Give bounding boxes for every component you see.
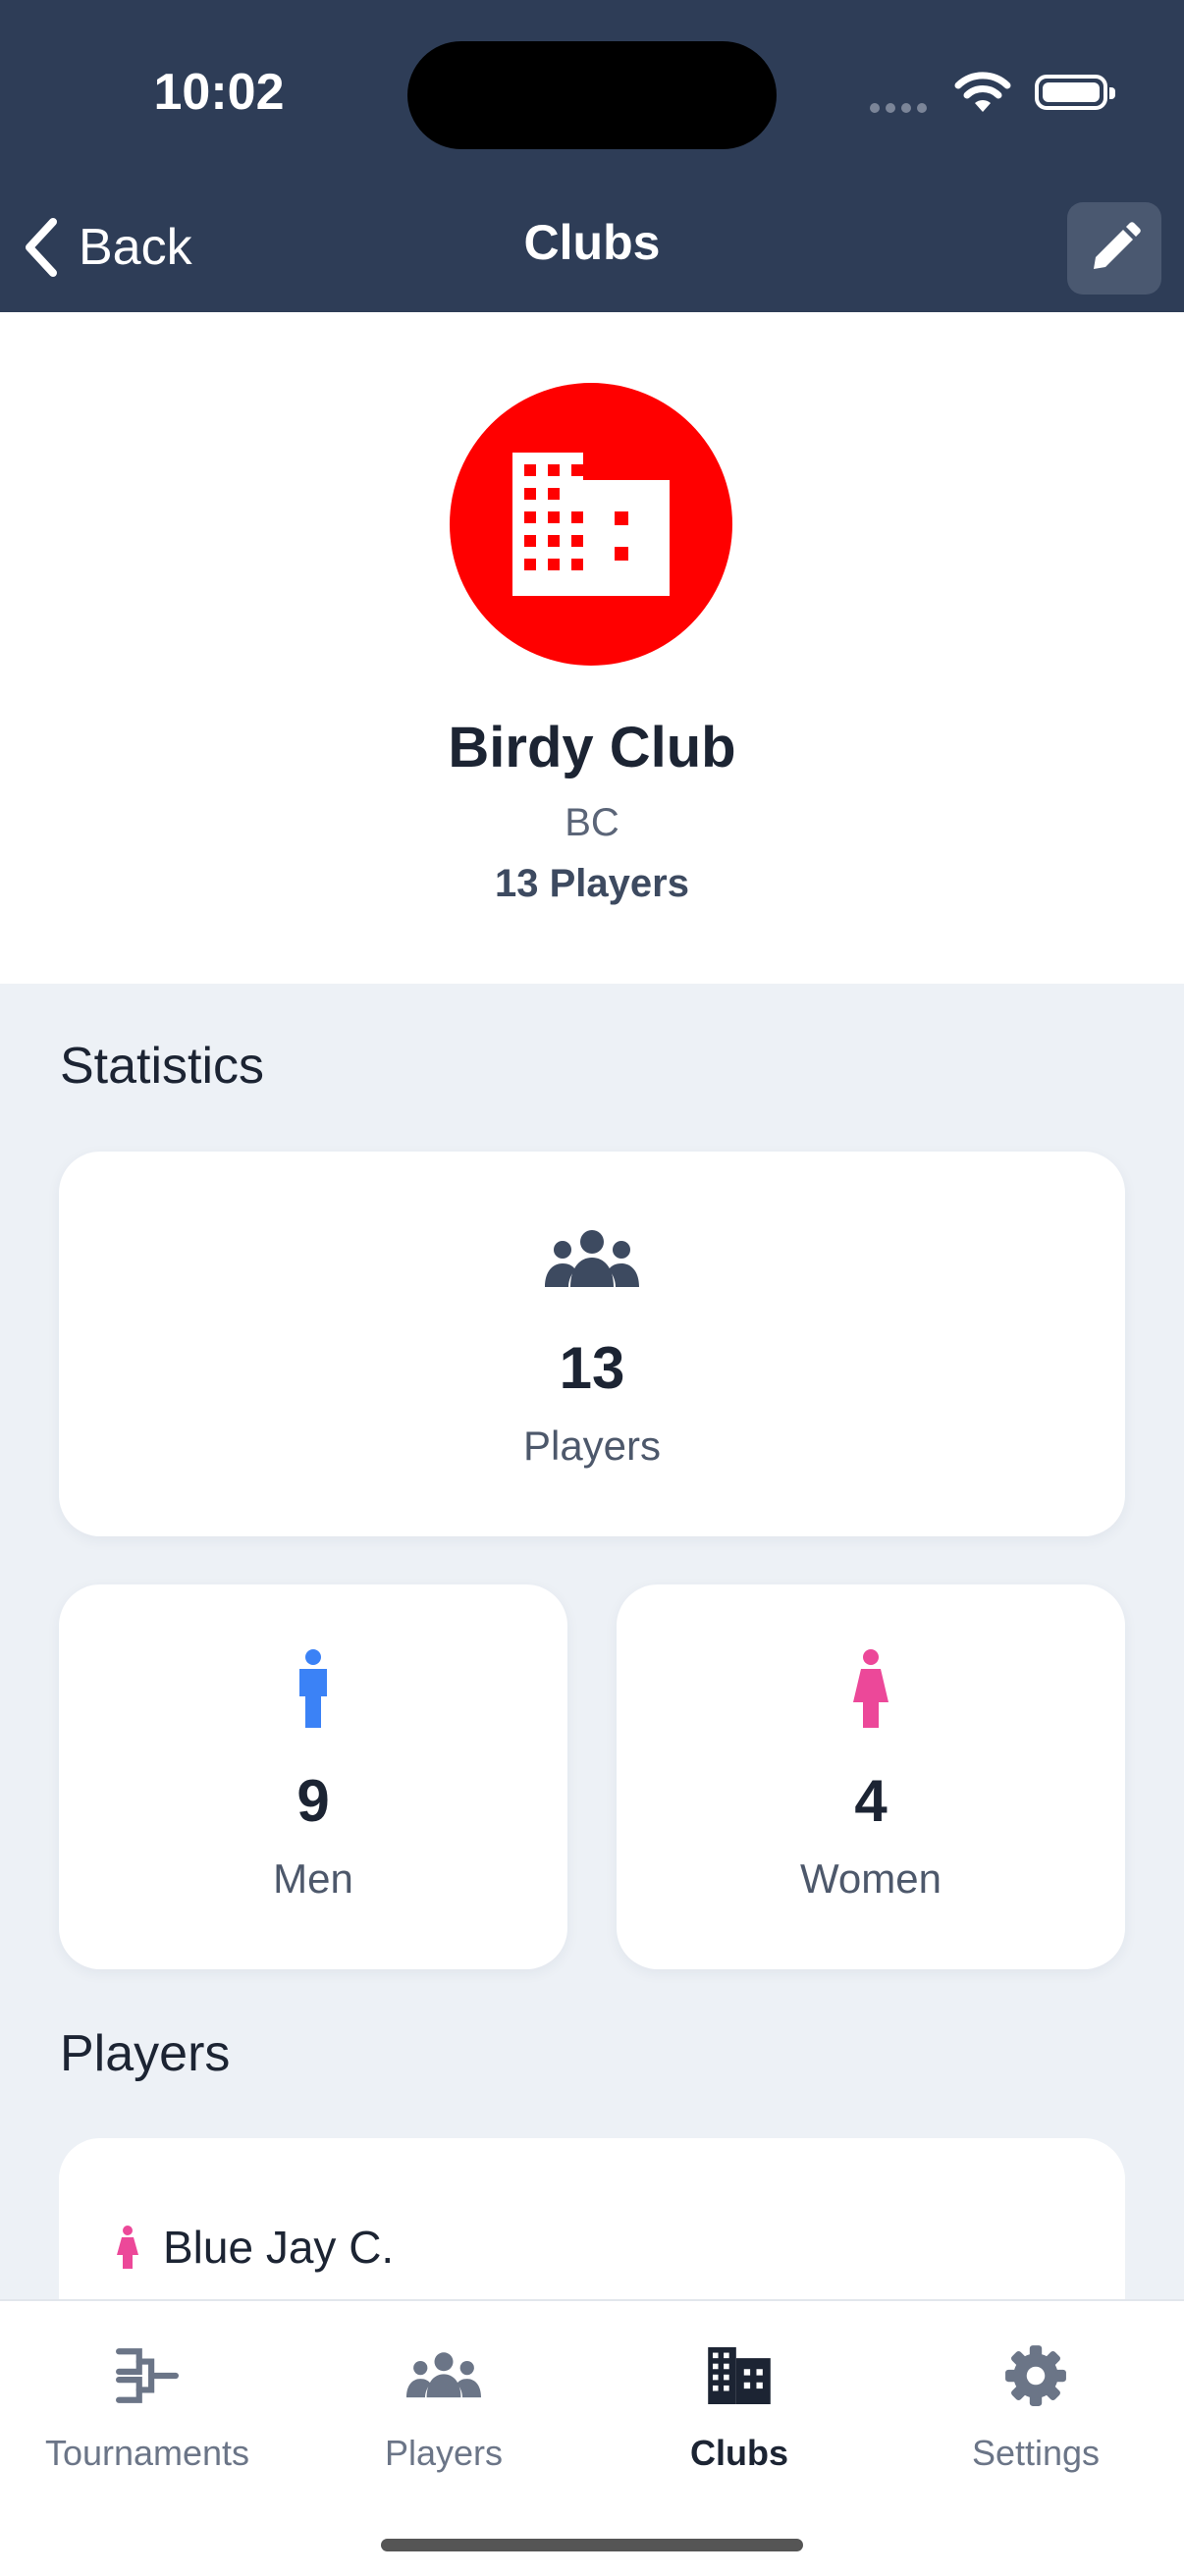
cellular-signal-icon xyxy=(870,100,933,113)
edit-button[interactable] xyxy=(1067,202,1161,295)
gear-icon xyxy=(1005,2345,1066,2406)
men-count-label: Men xyxy=(273,1855,353,1902)
women-count-value: 4 xyxy=(854,1768,888,1834)
club-player-count: 13 Players xyxy=(495,862,689,905)
tab-label: Clubs xyxy=(689,2433,788,2473)
tab-settings[interactable]: Settings xyxy=(888,2340,1183,2488)
players-count-label: Players xyxy=(522,1422,662,1469)
club-abbreviation: BC xyxy=(565,801,619,844)
home-indicator xyxy=(381,2539,803,2551)
wifi-icon xyxy=(954,72,1011,112)
player-name: Blue Jay C. xyxy=(163,2222,395,2273)
tab-label: Players xyxy=(384,2433,504,2473)
pencil-icon xyxy=(1094,222,1141,269)
female-icon xyxy=(853,1649,888,1728)
users-icon xyxy=(545,1230,639,1287)
building-icon xyxy=(512,453,670,596)
tab-bar: Tournaments Players Clubs Settings xyxy=(0,2299,1184,2576)
dynamic-island xyxy=(407,41,777,149)
status-time: 10:02 xyxy=(153,64,285,121)
tab-players[interactable]: Players xyxy=(296,2340,591,2488)
tab-tournaments[interactable]: Tournaments xyxy=(0,2340,295,2488)
page-title: Clubs xyxy=(523,215,661,270)
tab-clubs[interactable]: Clubs xyxy=(592,2340,887,2488)
stat-card-players: 13 Players xyxy=(59,1152,1125,1536)
users-icon xyxy=(406,2352,481,2398)
tab-label: Tournaments xyxy=(44,2433,250,2473)
stat-card-men: 9 Men xyxy=(59,1584,567,1969)
male-icon xyxy=(299,1649,327,1728)
club-logo xyxy=(450,383,732,666)
female-icon xyxy=(117,2226,138,2269)
club-name: Birdy Club xyxy=(448,716,736,779)
men-count-value: 9 xyxy=(296,1768,330,1834)
nav-header: 10:02 Back Clubs xyxy=(0,0,1184,312)
building-icon xyxy=(708,2347,771,2404)
statistics-heading: Statistics xyxy=(60,1038,265,1095)
players-count-value: 13 xyxy=(559,1335,625,1401)
women-count-label: Women xyxy=(800,1855,942,1902)
battery-icon xyxy=(1035,75,1115,110)
club-summary: Birdy Club BC 13 Players xyxy=(0,312,1184,984)
list-item[interactable]: Blue Jay C. xyxy=(116,2221,394,2274)
tab-label: Settings xyxy=(971,2433,1101,2473)
players-heading: Players xyxy=(60,2025,231,2082)
bracket-icon xyxy=(116,2348,179,2403)
stat-card-women: 4 Women xyxy=(617,1584,1125,1969)
